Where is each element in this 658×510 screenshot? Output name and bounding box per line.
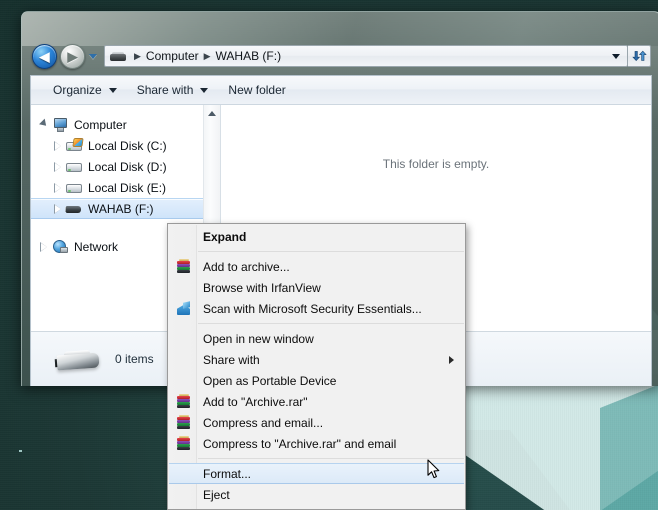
item-count-label: 0 items	[115, 352, 154, 366]
menu-item-label: Compress to "Archive.rar" and email	[203, 436, 397, 451]
breadcrumb-separator-icon: ▶	[134, 50, 141, 61]
share-with-label: Share with	[136, 83, 194, 97]
menu-item-label: Share with	[203, 352, 260, 367]
chevron-down-icon	[89, 53, 97, 59]
share-with-button[interactable]: Share with	[127, 79, 219, 102]
chevron-down-icon	[108, 87, 117, 93]
menu-item-browse-with-irfanview[interactable]: Browse with IrfanView	[168, 277, 465, 298]
tree-label: Network	[74, 239, 119, 254]
menu-separator	[198, 458, 464, 459]
address-bar-row: ◀ ▶ ▶ Computer ▶ WAHAB (F:)	[22, 41, 658, 71]
tree-item-local-disk-d[interactable]: Local Disk (D:)	[31, 156, 220, 177]
menu-item-label: Add to "Archive.rar"	[203, 394, 308, 409]
back-arrow-icon: ◀	[39, 48, 50, 64]
menu-item-open-as-portable-device[interactable]: Open as Portable Device	[168, 370, 465, 391]
menu-item-expand[interactable]: Expand	[168, 226, 465, 247]
tree-label: Local Disk (C:)	[88, 138, 167, 153]
system-disk-icon	[65, 137, 84, 154]
menu-item-label: Format...	[203, 466, 252, 481]
menu-item-label: Eject	[203, 487, 230, 502]
menu-item-eject[interactable]: Eject	[168, 484, 465, 505]
menu-item-label: Open in new window	[203, 331, 314, 346]
menu-item-label: Add to archive...	[203, 259, 290, 274]
winrar-icon	[176, 415, 192, 430]
twisty-collapsed-icon[interactable]	[51, 203, 65, 214]
menu-item-label: Expand	[203, 229, 247, 244]
breadcrumb-separator-icon: ▶	[203, 50, 211, 61]
command-bar: Organize Share with New folder	[31, 76, 651, 105]
menu-item-compress-and-email[interactable]: Compress and email...	[168, 412, 465, 433]
empty-folder-message: This folder is empty.	[382, 157, 490, 171]
winrar-icon	[176, 436, 192, 451]
menu-item-compress-to-archive-rar-and-email[interactable]: Compress to "Archive.rar" and email	[168, 433, 465, 454]
tree-label: Computer	[74, 117, 127, 132]
computer-icon	[51, 117, 69, 133]
mse-icon	[176, 301, 192, 316]
winrar-icon	[176, 259, 192, 274]
tree-label: Local Disk (E:)	[88, 180, 167, 195]
menu-item-label: Compress and email...	[203, 415, 324, 430]
tree-item-local-disk-e[interactable]: Local Disk (E:)	[31, 177, 220, 198]
menu-item-add-to-archive[interactable]: Add to archive...	[168, 256, 465, 277]
menu-item-format[interactable]: Format...	[169, 463, 464, 484]
forward-arrow-icon: ▶	[67, 48, 78, 64]
disk-icon	[65, 159, 83, 175]
menu-item-label: Scan with Microsoft Security Essentials.…	[203, 301, 422, 316]
breadcrumb-computer[interactable]: Computer	[146, 49, 199, 63]
winrar-icon	[176, 394, 192, 409]
menu-item-label: Browse with IrfanView	[203, 280, 321, 295]
twisty-expanded-icon[interactable]	[37, 118, 51, 129]
menu-item-open-in-new-window[interactable]: Open in new window	[168, 328, 465, 349]
scroll-up-arrow-icon	[208, 111, 216, 116]
organize-label: Organize	[53, 83, 102, 97]
twisty-collapsed-icon[interactable]	[37, 241, 51, 252]
menu-item-add-to-archive-rar[interactable]: Add to "Archive.rar"	[168, 391, 465, 412]
tree-item-wahab-f[interactable]: WAHAB (F:)	[31, 198, 220, 219]
usb-drive-large-icon	[54, 344, 101, 374]
recent-pages-dropdown-button[interactable]	[86, 45, 100, 67]
new-folder-label: New folder	[228, 83, 286, 97]
tree-item-local-disk-c[interactable]: Local Disk (C:)	[31, 135, 220, 156]
menu-item-scan-with-mse[interactable]: Scan with Microsoft Security Essentials.…	[168, 298, 465, 319]
scroll-up-button[interactable]	[204, 105, 220, 122]
tree-label: WAHAB (F:)	[88, 201, 154, 216]
address-bar[interactable]: ▶ Computer ▶ WAHAB (F:)	[104, 45, 628, 67]
tree-item-computer[interactable]: Computer	[31, 114, 220, 135]
context-menu: Expand Add to archive... Browse with Irf…	[167, 223, 466, 510]
twisty-collapsed-icon[interactable]	[51, 161, 65, 172]
usb-drive-icon	[110, 50, 126, 62]
menu-item-label: Open as Portable Device	[203, 373, 337, 388]
submenu-arrow-icon	[449, 356, 454, 364]
network-icon	[51, 239, 69, 255]
organize-button[interactable]: Organize	[43, 79, 127, 102]
menu-separator	[198, 323, 464, 324]
menu-item-share-with[interactable]: Share with	[168, 349, 465, 370]
back-button[interactable]: ◀	[32, 43, 57, 69]
forward-button[interactable]: ▶	[60, 43, 85, 69]
refresh-button[interactable]	[628, 45, 651, 67]
breadcrumb-wahab-f[interactable]: WAHAB (F:)	[216, 49, 282, 63]
menu-separator	[198, 251, 464, 252]
chevron-down-icon	[612, 53, 620, 59]
tree-label: Local Disk (D:)	[88, 159, 167, 174]
twisty-collapsed-icon[interactable]	[51, 140, 65, 151]
refresh-icon	[631, 50, 647, 62]
new-folder-button[interactable]: New folder	[218, 79, 295, 102]
disk-icon	[65, 180, 83, 196]
chevron-down-icon	[200, 87, 209, 93]
twisty-collapsed-icon[interactable]	[51, 182, 65, 193]
address-dropdown-button[interactable]	[605, 53, 625, 59]
usb-drive-icon	[65, 201, 83, 217]
